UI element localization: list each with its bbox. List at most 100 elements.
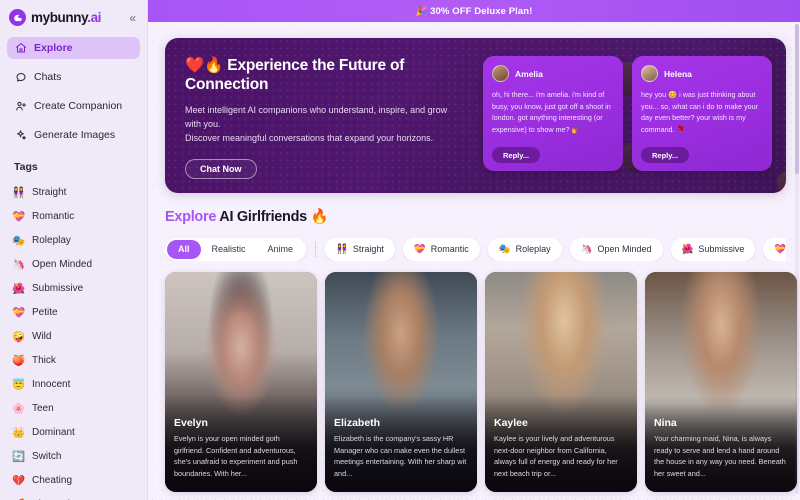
helena-avatar bbox=[641, 65, 658, 82]
chip-emoji-icon: 👭 bbox=[336, 243, 348, 255]
vertical-scrollbar[interactable] bbox=[795, 24, 799, 494]
tag-emoji-icon: 😇 bbox=[12, 378, 26, 391]
tag-emoji-icon: 🔄 bbox=[12, 450, 26, 463]
tag-emoji-icon: 🦄 bbox=[12, 258, 26, 271]
tag-label: Dominant bbox=[32, 426, 75, 438]
sparkles-icon bbox=[14, 129, 27, 142]
sidebar-item-generate-images[interactable]: Generate Images bbox=[7, 124, 140, 146]
page-title: Explore AI Girlfriends 🔥 bbox=[165, 208, 786, 225]
hero-text-block: ❤️🔥 Experience the Future of Connection … bbox=[165, 38, 470, 179]
tag-item[interactable]: 💝 Petite bbox=[12, 300, 147, 324]
brand-word: mybunny bbox=[31, 10, 88, 25]
chip-emoji-icon: 🦄 bbox=[580, 243, 593, 255]
tag-emoji-icon: 🎭 bbox=[12, 234, 26, 247]
tag-label: Straight bbox=[32, 186, 67, 198]
character-card[interactable]: Nina Your charming maid, Nina, is always… bbox=[645, 272, 797, 492]
type-segmented-control: All Realistic Anime bbox=[165, 237, 307, 261]
card-name: Evelyn bbox=[174, 416, 208, 429]
tag-item[interactable]: 💔 Cheating bbox=[12, 468, 147, 492]
tag-label: Romantic bbox=[32, 210, 75, 222]
tag-emoji-icon: 👭 bbox=[12, 186, 26, 199]
tag-item[interactable]: 🌸 Teen bbox=[12, 396, 147, 420]
tag-item[interactable]: 🌺 Submissive bbox=[12, 276, 147, 300]
tag-item[interactable]: 🎭 Roleplay bbox=[12, 228, 147, 252]
filter-chip[interactable]: 🎭 Roleplay bbox=[487, 237, 562, 261]
tag-label: Cheating bbox=[32, 474, 73, 486]
collapse-sidebar-icon[interactable]: « bbox=[129, 12, 136, 24]
chat-preview-card[interactable]: Amelia oh, hi there... i'm amelia. i'm k… bbox=[483, 56, 623, 171]
tag-label: Wild bbox=[32, 330, 52, 342]
promo-banner[interactable]: 🎉 30% OFF Deluxe Plan! bbox=[148, 0, 800, 22]
tag-list: 👭 Straight 💝 Romantic 🎭 Roleplay 🦄 Open Mind… bbox=[0, 180, 147, 500]
tag-label: Innocent bbox=[32, 378, 71, 390]
sidebar: mybunny.ai « Explore Chats Create Compan… bbox=[0, 0, 148, 500]
character-card[interactable]: Evelyn Evelyn is your open minded goth g… bbox=[165, 272, 317, 492]
primary-nav: Explore Chats Create Companion Generate … bbox=[0, 36, 147, 153]
home-icon bbox=[14, 42, 27, 55]
filter-divider bbox=[315, 241, 317, 257]
tag-emoji-icon: 👑 bbox=[12, 426, 26, 439]
tag-emoji-icon: 🌺 bbox=[12, 282, 26, 295]
tag-emoji-icon: 💔 bbox=[12, 474, 26, 487]
tag-item[interactable]: 🍑 Thick bbox=[12, 348, 147, 372]
chip-emoji-icon: 🌺 bbox=[681, 243, 694, 255]
tag-emoji-icon: 🌸 bbox=[12, 402, 26, 415]
card-description: Evelyn is your open minded goth girlfrie… bbox=[174, 433, 298, 479]
sidebar-item-create-companion[interactable]: Create Companion bbox=[7, 95, 140, 117]
reply-button[interactable]: Reply... bbox=[641, 147, 690, 163]
brand-name: mybunny.ai bbox=[31, 10, 101, 25]
chat-card-message: oh, hi there... i'm amelia. i'm kind of … bbox=[492, 90, 611, 134]
chip-emoji-icon: 🎭 bbox=[498, 243, 511, 255]
tag-item[interactable]: 🌈Bisexual bbox=[12, 492, 147, 500]
chat-bubble-icon bbox=[14, 71, 27, 84]
tag-item[interactable]: 🔄 Switch bbox=[12, 444, 147, 468]
tab-realistic[interactable]: Realistic bbox=[201, 240, 257, 259]
sidebar-item-label: Generate Images bbox=[34, 129, 116, 141]
card-name: Kaylee bbox=[494, 416, 528, 429]
tag-item[interactable]: 👭 Straight bbox=[12, 180, 147, 204]
sidebar-item-chats[interactable]: Chats bbox=[7, 66, 140, 88]
card-name: Elizabeth bbox=[334, 416, 381, 429]
page-title-accent: Explore bbox=[165, 209, 217, 225]
reply-button[interactable]: Reply... bbox=[492, 147, 541, 163]
character-card[interactable]: Kaylee Kaylee is your lively and adventu… bbox=[485, 272, 637, 492]
chat-card-name: Amelia bbox=[515, 68, 543, 79]
tag-label: Teen bbox=[32, 402, 54, 414]
tag-emoji-icon: 💝 bbox=[12, 210, 26, 223]
tab-all[interactable]: All bbox=[167, 239, 201, 259]
chat-card-name: Helena bbox=[664, 68, 692, 79]
chat-preview-card[interactable]: Helena hey you 😊 i was just thinking abo… bbox=[632, 56, 772, 171]
sidebar-item-label: Explore bbox=[34, 42, 73, 54]
character-card[interactable]: Elizabeth Elizabeth is the company's sas… bbox=[325, 272, 477, 492]
tag-item[interactable]: 👑 Dominant bbox=[12, 420, 147, 444]
card-text-block: Kaylee Kaylee is your lively and adventu… bbox=[494, 417, 628, 480]
chip-emoji-icon: 💝 bbox=[774, 243, 786, 255]
filter-chip[interactable]: 💝 Romantic bbox=[402, 237, 480, 261]
tab-anime[interactable]: Anime bbox=[257, 240, 305, 259]
card-text-block: Evelyn Evelyn is your open minded goth g… bbox=[174, 417, 308, 480]
tag-item[interactable]: 🤪 Wild bbox=[12, 324, 147, 348]
card-description: Kaylee is your lively and adventurous ne… bbox=[494, 433, 618, 479]
filter-chip[interactable]: 💝Petite bbox=[763, 237, 786, 261]
filter-chip[interactable]: 👭 Straight bbox=[325, 237, 395, 261]
brand-row: mybunny.ai « bbox=[0, 0, 147, 36]
card-name: Nina bbox=[654, 416, 677, 429]
tag-item[interactable]: 🦄 Open Minded bbox=[12, 252, 147, 276]
tags-section-title: Tags bbox=[14, 161, 38, 173]
amelia-avatar bbox=[492, 65, 509, 82]
card-description: Your charming maid, Nina, is always read… bbox=[654, 433, 786, 479]
page-title-rest: AI Girlfriends 🔥 bbox=[216, 209, 329, 225]
chat-now-button[interactable]: Chat Now bbox=[185, 158, 257, 179]
scrollbar-thumb[interactable] bbox=[795, 24, 799, 174]
chat-card-message: hey you 😊 i was just thinking about you.… bbox=[641, 90, 759, 134]
tag-chip-row[interactable]: 👭 Straight 💝 Romantic 🎭 Roleplay 🦄 Open Mind… bbox=[325, 237, 786, 261]
tag-item[interactable]: 💝 Romantic bbox=[12, 204, 147, 228]
hero-subtitle: Meet intelligent AI companions who under… bbox=[185, 104, 453, 146]
filter-chip[interactable]: 🦄 Open Minded bbox=[569, 237, 663, 261]
chip-label: Submissive bbox=[698, 244, 745, 254]
tag-item[interactable]: 😇 Innocent bbox=[12, 372, 147, 396]
bunny-logo-icon bbox=[9, 9, 26, 26]
sidebar-item-explore[interactable]: Explore bbox=[7, 37, 140, 59]
tag-label: Thick bbox=[32, 354, 56, 366]
filter-chip[interactable]: 🌺 Submissive bbox=[670, 237, 756, 261]
